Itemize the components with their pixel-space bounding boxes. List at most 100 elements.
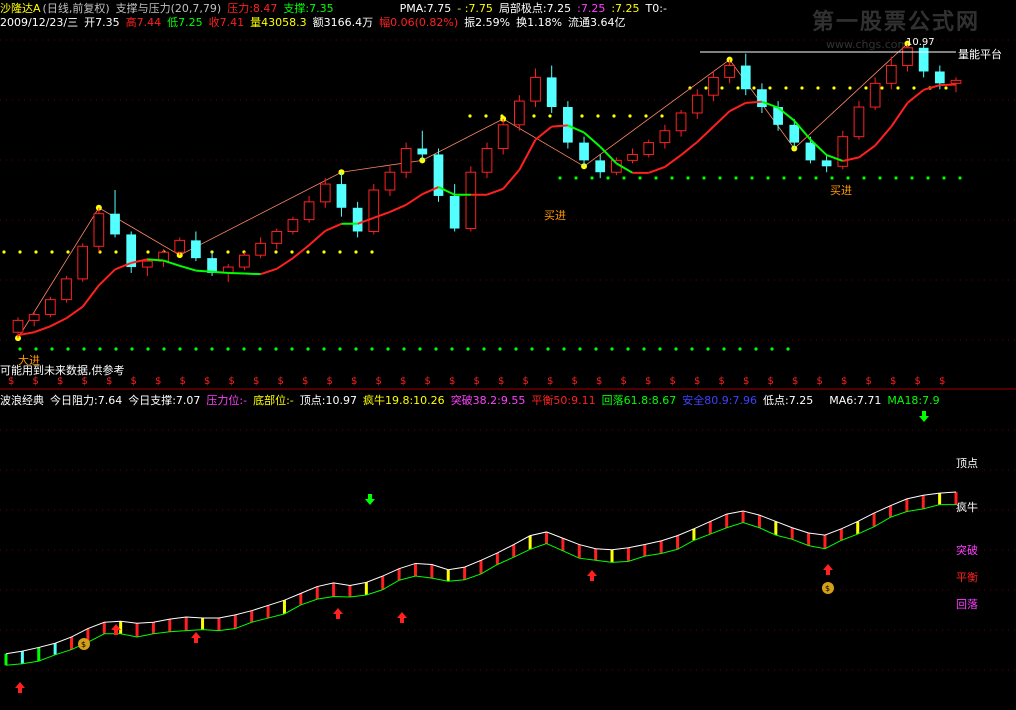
date: 2009/12/23/三: [0, 16, 79, 29]
support-dot: [546, 347, 550, 351]
trend-line: [324, 222, 342, 232]
ma18: MA18:7.9: [887, 394, 940, 407]
wave-base-line: [5, 504, 956, 666]
safe-level: 安全80.9:7.96: [682, 394, 757, 407]
trend-line: [712, 110, 731, 128]
zigzag-line: [17, 43, 908, 339]
chart-canvas: $ $ $ $ $ $ $ $ $ $ $ $ $ $ $ $ $ $ $ $ $ $ $ $ $ $ $ $ $ $ $ $ $ $ $ $ $ $ $ …: [0, 39, 1016, 693]
candle-body: [417, 148, 428, 155]
support-dot: [720, 86, 724, 90]
candle-body: [934, 71, 945, 84]
support-dot: [610, 347, 614, 351]
trend-line: [939, 83, 957, 87]
support-dot: [864, 86, 868, 90]
dollar-marker: $: [278, 376, 284, 387]
trend-line: [228, 271, 245, 275]
trend-line: [664, 154, 682, 168]
support-dot: [306, 347, 310, 351]
support-dot: [816, 86, 820, 90]
support-dot: [558, 176, 562, 180]
dollar-marker: $: [400, 376, 406, 387]
header-row-1: 沙隆达A (日线,前复权) 支撑与压力(20,7,79) 压力:8.47 支撑:7.35…: [0, 0, 673, 15]
candle-body: [902, 47, 913, 67]
dollar-marker: $: [351, 376, 357, 387]
support-dot: [942, 176, 946, 180]
amplitude: 振2.59%: [464, 16, 511, 29]
trend-line: [81, 284, 100, 308]
support-dot: [178, 347, 182, 351]
candle-body: [691, 94, 703, 114]
trend-line: [147, 258, 164, 262]
support-dot: [674, 347, 678, 351]
support-dot: [814, 176, 818, 180]
support-dot: [782, 176, 786, 180]
trend-line: [65, 305, 84, 319]
support-dot: [322, 250, 326, 254]
sub-name[interactable]: 波浪经典: [0, 394, 44, 407]
label-break: 突破: [956, 544, 978, 557]
support-dot: [926, 176, 930, 180]
support-dot: [658, 347, 662, 351]
support-dot: [354, 250, 358, 254]
support-dot: [754, 347, 758, 351]
low-point: 低点:7.25: [763, 394, 814, 407]
support-dot: [574, 176, 578, 180]
support-dot: [910, 176, 914, 180]
ma6: MA6:7.71: [829, 394, 882, 407]
support-dot: [846, 176, 850, 180]
support-dot: [226, 347, 230, 351]
trend-line: [534, 125, 553, 141]
dollar-marker: $: [743, 376, 749, 387]
candle-body: [465, 171, 477, 230]
dollar-marker: $: [621, 376, 627, 387]
support-dot: [862, 176, 866, 180]
candle-body: [627, 153, 638, 161]
support-dot: [800, 86, 804, 90]
trend-line: [696, 125, 715, 143]
support-dot: [354, 347, 358, 351]
support-dot: [18, 347, 22, 351]
support-dot: [768, 86, 772, 90]
trend-line: [551, 124, 568, 128]
trend-line: [244, 272, 261, 276]
balance-level: 平衡50:9.11: [531, 394, 596, 407]
support-dot: [654, 176, 658, 180]
dollar-marker: $: [131, 376, 137, 387]
candle-body: [303, 201, 315, 221]
support-dot: [450, 347, 454, 351]
support-dot: [242, 347, 246, 351]
change: 幅0.06(0.82%): [379, 16, 459, 29]
support-dot: [722, 347, 726, 351]
dollar-marker: $: [327, 376, 333, 387]
dollar-marker: $: [155, 376, 161, 387]
candle-body: [821, 160, 832, 167]
trend-line: [276, 257, 294, 270]
support-dot: [878, 176, 882, 180]
dollar-marker: $: [719, 376, 725, 387]
support-dot: [338, 250, 342, 254]
support-dot: [612, 114, 616, 118]
buy-label-2: 买进: [830, 184, 852, 197]
support-dot: [660, 114, 664, 118]
support-dot: [370, 250, 374, 254]
trend-line: [680, 141, 698, 156]
pressure-pos: 压力位:-: [206, 394, 248, 407]
support-dot: [578, 347, 582, 351]
trend-line: [179, 264, 197, 272]
candle-body: [12, 319, 24, 333]
top-point: 顶点:10.97: [299, 394, 357, 407]
candle-body: [579, 142, 589, 161]
dollar-marker: $: [82, 376, 88, 387]
trend-line: [195, 269, 213, 273]
dollar-marker: $: [474, 376, 480, 387]
label-balance: 平衡: [956, 571, 978, 584]
support-dot: [736, 86, 740, 90]
open: 开7.35: [84, 16, 120, 29]
high: 高7.44: [125, 16, 162, 29]
support-dot: [402, 347, 406, 351]
trend-line: [874, 125, 893, 147]
trend-line: [211, 270, 229, 274]
down-arrow-icon: [919, 411, 929, 422]
support-dot: [830, 176, 834, 180]
support-dot: [880, 86, 884, 90]
